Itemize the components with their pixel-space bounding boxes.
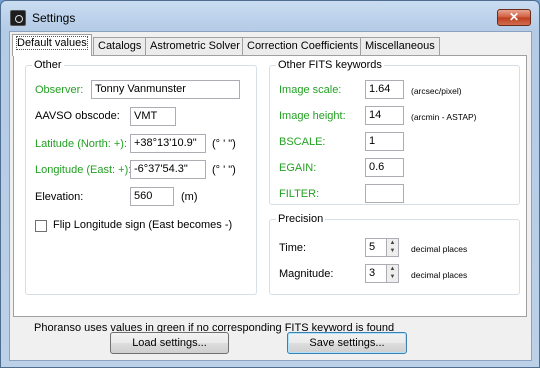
observer-label: Observer:	[35, 84, 84, 96]
dialog-client-area: Default values Catalogs Astrometric Solv…	[9, 31, 532, 361]
magnitude-precision-unit: decimal places	[411, 270, 468, 280]
other-group: Other Observer: Tonny Vanmunster AAVSO o…	[25, 58, 257, 295]
spin-down-icon[interactable]: ▼	[387, 247, 398, 255]
close-button[interactable]: ✕	[497, 9, 531, 26]
tab-default-values[interactable]: Default values	[12, 34, 92, 56]
spin-down-icon[interactable]: ▼	[387, 273, 398, 281]
tab-catalogs[interactable]: Catalogs	[93, 37, 147, 55]
image-height-input[interactable]: 14	[365, 106, 404, 125]
tab-miscellaneous[interactable]: Miscellaneous	[360, 37, 440, 55]
egain-input[interactable]: 0.6	[365, 158, 404, 177]
magnitude-precision-label: Magnitude:	[279, 268, 334, 280]
fits-keywords-legend: Other FITS keywords	[276, 58, 384, 72]
time-precision-input[interactable]: 5	[365, 238, 387, 257]
flip-longitude-checkbox[interactable]	[35, 220, 47, 232]
tab-panel-default-values: Other Observer: Tonny Vanmunster AAVSO o…	[13, 55, 527, 334]
latitude-input[interactable]: +38°13'10.9"	[130, 134, 206, 153]
time-precision-spinner[interactable]: ▲ ▼	[387, 238, 399, 257]
magnitude-precision-input[interactable]: 3	[365, 264, 387, 283]
filter-input[interactable]	[365, 184, 404, 203]
precision-group: Precision Time: 5 ▲ ▼ decimal places Mag…	[269, 212, 520, 295]
time-precision-label: Time:	[279, 242, 307, 254]
bscale-input[interactable]: 1	[365, 132, 404, 151]
filter-label: FILTER:	[279, 188, 320, 200]
elevation-unit: (m)	[181, 191, 198, 203]
tab-astrometric-solver[interactable]: Astrometric Solver	[145, 37, 245, 55]
spin-up-icon[interactable]: ▲	[387, 265, 398, 273]
latitude-unit: (° ' ")	[212, 138, 236, 150]
window-title: Settings	[32, 11, 76, 25]
longitude-unit: (° ' ")	[212, 164, 236, 176]
longitude-label: Longitude (East: +):	[35, 164, 132, 176]
fits-keywords-group: Other FITS keywords Image scale: 1.64 (a…	[269, 58, 520, 205]
longitude-input[interactable]: -6°37'54.3"	[130, 160, 206, 179]
elevation-input[interactable]: 560	[130, 187, 174, 206]
time-precision-unit: decimal places	[411, 244, 468, 254]
image-height-label: Image height:	[279, 110, 346, 122]
bscale-label: BSCALE:	[279, 136, 326, 148]
spin-up-icon[interactable]: ▲	[387, 239, 398, 247]
settings-window: Settings ✕ Default values Catalogs Astro…	[0, 0, 540, 368]
title-bar: Settings ✕	[1, 1, 539, 31]
load-settings-button[interactable]: Load settings...	[110, 332, 229, 354]
image-scale-label: Image scale:	[279, 84, 342, 96]
other-legend: Other	[32, 58, 64, 72]
magnitude-precision-spinner[interactable]: ▲ ▼	[387, 264, 399, 283]
elevation-label: Elevation:	[35, 191, 84, 203]
egain-label: EGAIN:	[279, 162, 317, 174]
tab-correction-coefficients[interactable]: Correction Coefficients	[242, 37, 364, 55]
latitude-label: Latitude (North: +):	[35, 138, 128, 150]
image-scale-unit: (arcsec/pixel)	[411, 86, 462, 96]
save-settings-button[interactable]: Save settings...	[287, 332, 407, 354]
observer-input[interactable]: Tonny Vanmunster	[91, 80, 240, 99]
precision-legend: Precision	[276, 212, 326, 226]
obscode-label: AAVSO obscode:	[35, 110, 120, 122]
flip-longitude-label: Flip Longitude sign (East becomes -)	[53, 219, 233, 231]
app-icon	[10, 10, 26, 26]
image-height-unit: (arcmin - ASTAP)	[411, 112, 477, 122]
image-scale-input[interactable]: 1.64	[365, 80, 404, 99]
obscode-input[interactable]: VMT	[130, 107, 176, 126]
